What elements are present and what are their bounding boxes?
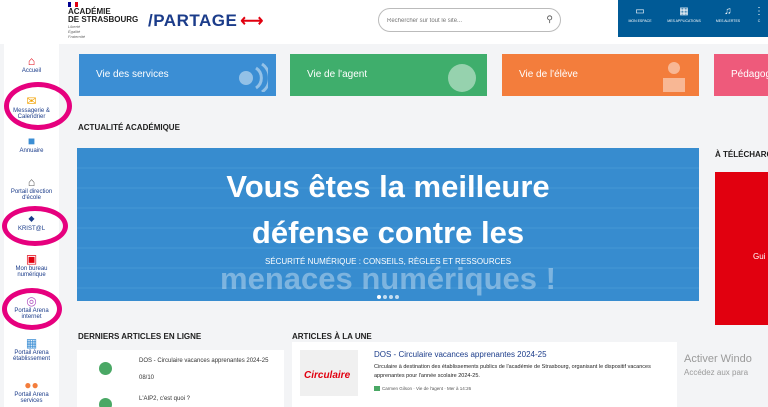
desktop-icon: ▣ — [25, 252, 38, 266]
brand-name: /PARTAGE — [148, 11, 238, 30]
brand-logo[interactable]: /PARTAGE ⟷ — [148, 11, 264, 31]
annotation-circle — [2, 206, 68, 246]
section-title-download: À TÉLÉCHARGER — [715, 150, 768, 159]
sidebar-item-direction-ecole[interactable]: ⌂ Portail direction d'école — [4, 175, 59, 201]
more-icon: ⋮ — [754, 6, 764, 17]
sidebar-item-label: Annuaire — [19, 148, 44, 154]
section-title-news: ACTUALITÉ ACADÉMIQUE — [78, 123, 180, 132]
download-card[interactable]: Gui — [715, 172, 768, 325]
nav-mes-applications[interactable]: ▦ MES APPLICATIONS — [662, 0, 706, 37]
share-icon: ⟷ — [240, 13, 264, 30]
tile-label: Vie de l'agent — [307, 69, 368, 80]
sidebar-item-accueil[interactable]: ⌂ Accueil — [4, 54, 59, 74]
nav-mes-alertes[interactable]: ♫ MES ALERTES — [706, 0, 750, 37]
person-icon — [448, 64, 476, 92]
nav-more[interactable]: ⋮ C — [750, 0, 768, 37]
featured-article-title[interactable]: DOS - Circulaire vacances apprenantes 20… — [374, 350, 547, 359]
sidebar-item-arena-services[interactable]: ●● Portail Arena services — [4, 378, 59, 404]
sidebar-item-annuaire[interactable]: ■ Annuaire — [4, 134, 59, 154]
annotation-circle — [2, 288, 62, 330]
sidebar-item-label: Mon bureau numérique — [15, 266, 48, 278]
annotation-circle — [4, 82, 72, 130]
bell-icon: ♫ — [724, 6, 732, 17]
carousel-dots — [77, 286, 699, 301]
carousel-dot[interactable] — [389, 295, 393, 299]
academy-logo[interactable]: ACADÉMIE DE STRASBOURG Liberté Égalité F… — [68, 2, 140, 42]
sidebar-item-label: Portail direction d'école — [10, 189, 53, 201]
student-icon — [663, 62, 685, 92]
search-input[interactable] — [387, 13, 537, 28]
top-nav: ▭ MON ESPACE ▦ MES APPLICATIONS ♫ MES AL… — [618, 0, 768, 37]
thumbnail-label: Circulaire — [304, 370, 351, 381]
nav-label: C — [757, 19, 761, 23]
hero-headline-2: défense contre les — [251, 215, 525, 250]
sidebar-item-bureau-numerique[interactable]: ▣ Mon bureau numérique — [4, 252, 59, 278]
featured-article-meta: Carmen Gilson · Vie de l'agent · Mer à 1… — [374, 386, 472, 392]
carousel-dot[interactable] — [383, 295, 387, 299]
home-icon: ⌂ — [27, 54, 36, 68]
logo-line2: DE STRASBOURG — [68, 15, 139, 24]
tile-vie-des-services[interactable]: Vie des services — [79, 54, 276, 96]
section-title-latest: DERNIERS ARTICLES EN LIGNE — [78, 332, 202, 341]
search-icon[interactable]: ⚲ — [546, 14, 553, 25]
nav-label: MES ALERTES — [715, 19, 741, 23]
tile-vie-de-l-eleve[interactable]: Vie de l'élève — [502, 54, 699, 96]
tile-pedagogie[interactable]: Pédagogie — [714, 54, 768, 96]
latest-articles-list: DOS - Circulaire vacances apprenantes 20… — [77, 350, 284, 407]
article-title: DOS - Circulaire vacances apprenantes 20… — [139, 358, 269, 364]
logo-motto3: Fraternité — [68, 34, 86, 39]
school-icon: ⌂ — [27, 175, 36, 189]
tile-vie-de-l-agent[interactable]: Vie de l'agent — [290, 54, 487, 96]
broadcast-icon — [239, 62, 268, 92]
watermark-line1: Activer Windo — [684, 353, 752, 365]
hero-carousel[interactable]: Vous êtes la meilleure défense contre le… — [77, 148, 699, 301]
nav-mon-espace[interactable]: ▭ MON ESPACE — [618, 0, 662, 37]
article-title: L'AIP2, c'est quoi ? — [139, 396, 190, 402]
tile-label: Vie de l'élève — [519, 69, 578, 80]
hero-headline-1: Vous êtes la meilleure — [226, 169, 550, 204]
activation-watermark: Activer Windo Accédez aux para — [684, 353, 752, 379]
article-thumbnail: Circulaire — [300, 350, 358, 396]
section-title-featured: ARTICLES À LA UNE — [292, 332, 372, 341]
tile-label: Vie des services — [96, 69, 169, 80]
page: ACADÉMIE DE STRASBOURG Liberté Égalité F… — [0, 0, 768, 407]
sidebar-item-label: Portail Arena services — [14, 392, 49, 404]
grid-icon: ▦ — [679, 6, 689, 17]
featured-article-card[interactable]: Circulaire DOS - Circulaire vacances app… — [292, 342, 677, 407]
sidebar-item-arena-etablissement[interactable]: ▦ Portail Arena établissement — [4, 336, 59, 362]
carousel-dot[interactable] — [395, 295, 399, 299]
monitor-icon: ▭ — [635, 6, 645, 17]
article-icon — [99, 362, 112, 375]
sidebar-item-label: Portail Arena établissement — [12, 350, 51, 362]
article-date: 08/10 — [139, 375, 155, 381]
tile-label: Pédagogie — [731, 69, 768, 80]
carousel-dot[interactable] — [377, 295, 381, 299]
meta-text: Carmen Gilson · Vie de l'agent · Mer à 1… — [382, 386, 472, 391]
sidebar-item-label: Accueil — [21, 68, 42, 74]
featured-article-description: Circulaire à destination des établisseme… — [374, 364, 651, 379]
search-box: ⚲ — [378, 8, 561, 32]
download-card-label: Gui — [753, 252, 766, 261]
book-icon: ■ — [27, 134, 36, 148]
hero-caption: SÉCURITÉ NUMÉRIQUE : CONSEILS, RÈGLES ET… — [264, 257, 512, 266]
people-icon: ●● — [24, 378, 39, 392]
top-header: ACADÉMIE DE STRASBOURG Liberté Égalité F… — [0, 0, 768, 44]
watermark-line2: Accédez aux para — [684, 368, 749, 377]
article-icon — [99, 398, 112, 407]
author-avatar — [374, 386, 380, 392]
nav-label: MES APPLICATIONS — [667, 19, 701, 23]
nav-label: MON ESPACE — [628, 19, 652, 23]
building-icon: ▦ — [25, 336, 38, 350]
